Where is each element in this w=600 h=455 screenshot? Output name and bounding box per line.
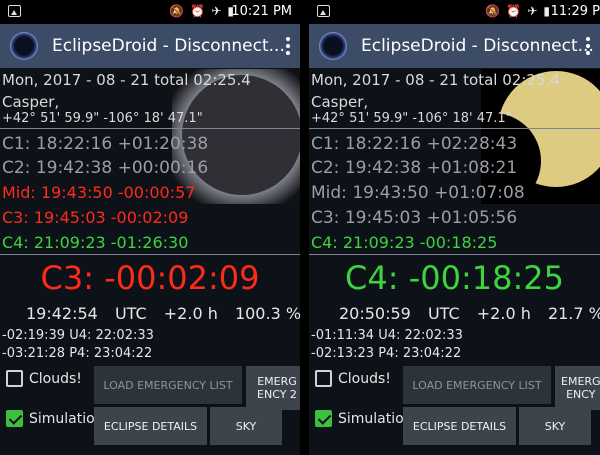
airplane-icon: ✈ [527,4,538,18]
eclipse-details-button[interactable]: ECLIPSE DETAILS [403,407,516,445]
app-title: EclipseDroid - Disconnect... [52,36,285,56]
coverage-percent: 100.3 % [234,304,300,323]
panel-gap [300,0,309,455]
alarm-icon: ⏰ [190,4,206,18]
simulation-checkbox[interactable]: Simulation [315,410,413,427]
current-time: 19:42:54 [26,304,98,323]
coverage-percent: 21.7 % [547,304,600,323]
date-total-line: Mon, 2017 - 08 - 21 total 02:25.4 [2,71,251,89]
u4-line: -02:19:39 U4: 22:02:33 [2,328,154,343]
emergency-button[interactable]: EMERG ENCY [555,366,600,410]
p4-line: -02:13:23 P4: 23:04:22 [311,346,462,361]
eclipse-logo-icon [319,32,347,60]
contact-c3: C3: 19:45:03 -00:02:09 [2,208,189,227]
contact-mid: Mid: 19:43:50 +01:07:08 [311,183,525,203]
divider [0,254,300,255]
photo-notification-icon [317,5,330,17]
sky-button[interactable]: SKY [519,407,591,445]
app-bar: EclipseDroid - Disconnect... [0,24,300,68]
load-emergency-list-button[interactable]: LOAD EMERGENCY LIST [94,366,242,404]
countdown: C4: -00:18:25 [345,259,564,297]
emergency-2-button[interactable]: EMERG ENCY 2 [246,366,300,410]
u4-line: -01:11:34 U4: 22:02:33 [311,328,463,343]
utc-offset: +2.0 h [163,304,218,323]
location-name: Casper, [2,93,60,111]
contact-c2: C2: 19:42:38 +00:00:16 [2,158,209,178]
p4-line: -03:21:28 P4: 23:04:22 [2,346,153,361]
checkbox-box[interactable] [315,370,332,387]
overflow-menu-icon[interactable] [582,36,594,56]
checkbox-box-checked[interactable] [6,410,23,427]
app-title: EclipseDroid - Disconnect... [361,36,594,56]
clouds-label: Clouds! [338,370,391,387]
checkbox-box-checked[interactable] [315,410,332,427]
contact-mid: Mid: 19:43:50 -00:00:57 [2,183,196,202]
mute-icon: 🔕 [485,4,501,18]
simulation-checkbox[interactable]: Simulation [6,410,104,427]
battery-icon: ▮ [543,4,550,18]
countdown: C3: -00:02:09 [40,259,260,297]
contact-c4: C4: 21:09:23 -01:26:30 [2,233,189,252]
clouds-label: Clouds! [29,370,82,387]
photo-notification-icon [8,5,21,17]
sky-button[interactable]: SKY [210,407,282,445]
utc-label: UTC [114,304,147,323]
utc-offset: +2.0 h [476,304,531,323]
location-coords: +42° 51' 59.9" -106° 18' 47.1" [2,111,203,126]
phone-screen-right: 🔕 ⏰ ✈ ▮ 11:29 P EclipseDroid - Disconnec… [309,0,600,455]
contact-c3: C3: 19:45:03 +01:05:56 [311,208,518,228]
divider [0,128,300,129]
location-name: Casper, [311,93,369,111]
location-coords: +42° 51' 59.9" -106° 18' 47.1" [311,111,512,126]
clouds-checkbox[interactable]: Clouds! [315,370,391,387]
divider [309,128,600,129]
checkbox-box[interactable] [6,370,23,387]
contact-c4: C4: 21:09:23 -00:18:25 [311,233,498,252]
clouds-checkbox[interactable]: Clouds! [6,370,82,387]
current-time: 20:50:59 [339,304,411,323]
eclipse-logo-icon [10,32,38,60]
overflow-menu-icon[interactable] [282,36,294,56]
contact-c1: C1: 18:22:16 +01:20:38 [2,134,209,154]
alarm-icon: ⏰ [506,4,522,18]
status-time: 11:29 P [550,4,600,19]
contact-c2: C2: 19:42:38 +01:08:21 [311,158,518,178]
status-time: 10:21 PM [231,4,292,19]
mute-icon: 🔕 [169,4,185,18]
status-bar: 🔕 ⏰ ✈ ▮ 10:21 PM [0,0,300,24]
divider [309,254,600,255]
contact-c1: C1: 18:22:16 +02:28:43 [311,134,518,154]
app-bar: EclipseDroid - Disconnect... [309,24,600,68]
status-bar: 🔕 ⏰ ✈ ▮ 11:29 P [309,0,600,24]
utc-label: UTC [427,304,460,323]
airplane-icon: ✈ [211,4,222,18]
simulation-label: Simulation [338,410,413,427]
date-total-line: Mon, 2017 - 08 - 21 total 02:25.4 [311,71,560,89]
load-emergency-list-button[interactable]: LOAD EMERGENCY LIST [403,366,551,404]
phone-screen-left: 🔕 ⏰ ✈ ▮ 10:21 PM EclipseDroid - Disconne… [0,0,300,455]
simulation-label: Simulation [29,410,104,427]
eclipse-details-button[interactable]: ECLIPSE DETAILS [94,407,207,445]
